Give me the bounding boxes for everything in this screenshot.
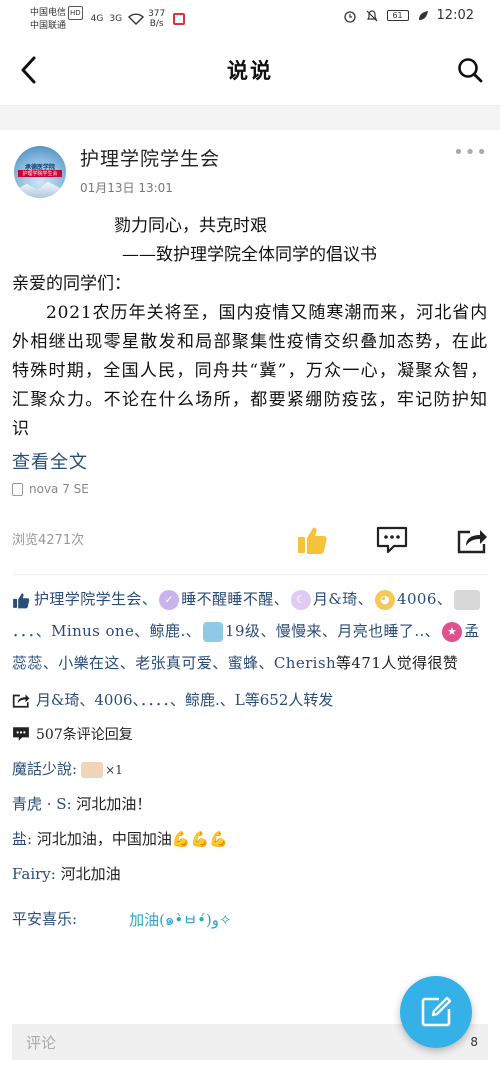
device-info: nova 7 SE	[12, 482, 488, 496]
post-card: 承德医学院 护理学院学生会 护理学院学生会 01月13日 13:01 ••• 勠…	[0, 130, 500, 932]
liker[interactable]: 护理学院学生会	[34, 590, 142, 608]
muscle-emoji-icon: 💪💪💪	[171, 830, 228, 848]
battery-icon: 61	[386, 10, 409, 21]
share-icon	[457, 530, 487, 554]
back-button[interactable]	[10, 52, 46, 88]
more-options-icon[interactable]: •••	[453, 142, 488, 163]
device-name: nova 7 SE	[29, 482, 89, 496]
page-title: 说说	[227, 57, 273, 83]
author-row: 承德医学院 护理学院学生会 护理学院学生会 01月13日 13:01 •••	[12, 130, 488, 198]
comment-icon	[13, 727, 29, 741]
share-button[interactable]	[454, 522, 490, 558]
signal-group: 4G 3G	[90, 13, 145, 25]
view-count: 浏览4271次	[12, 532, 85, 548]
liker[interactable]: Cherish	[274, 654, 336, 672]
comment-bar-count: 8	[470, 1035, 478, 1049]
comment-text: 加油(๑•̀ㅂ•́)و✧	[129, 911, 232, 929]
avatar-mini-icon	[203, 622, 224, 642]
divider	[12, 574, 488, 575]
moon-avatar-icon: ☾	[291, 590, 312, 610]
avatar-mini-icon: ◕	[375, 590, 395, 610]
post-title-line1: 勠力同心，共克时艰	[114, 216, 267, 236]
liker[interactable]: Minus one	[51, 622, 134, 640]
carrier-2: 中国联通	[30, 21, 67, 31]
comments-count-row: 507条评论回复	[12, 724, 488, 744]
comment-item[interactable]: 盐: 河北加油，中国加油💪💪💪	[12, 828, 488, 849]
action-bar: 浏览4271次	[12, 508, 488, 568]
comment-item[interactable]: 青虎 · S: 河北加油！	[12, 793, 488, 814]
shares-text: 月&琦、4006、．．．．、鲸鹿.、L等652人转发	[36, 691, 334, 709]
liker[interactable]: ．．．	[12, 622, 36, 640]
chevron-left-icon	[21, 56, 36, 84]
alarm-icon	[343, 10, 356, 23]
read-full-link[interactable]: 查看全文	[12, 448, 488, 474]
comment-placeholder: 评论	[26, 1033, 57, 1052]
post-paragraph: 2021农历年关将至，国内疫情又随寒潮而来，河北省内外相继出现零星散发和局部聚集…	[12, 303, 488, 439]
commenter-name[interactable]: 魔話少說:	[12, 760, 77, 778]
liker[interactable]: 慢慢来	[276, 622, 322, 640]
search-icon	[458, 58, 483, 83]
commenter-name[interactable]: 青虎 · S:	[12, 795, 72, 813]
liker[interactable]: 小樂在这	[58, 654, 120, 672]
compose-button[interactable]	[400, 976, 472, 1048]
liker[interactable]: 老张真可爱	[135, 654, 212, 672]
signal-3g-icon: 3G	[109, 14, 123, 24]
liker[interactable]: 睡不醒睡不醒	[181, 590, 273, 608]
comment-text: 河北加油	[55, 865, 121, 883]
phone-icon	[12, 482, 23, 496]
share-icon	[12, 693, 30, 708]
likes-suffix: 等471人觉得很赞	[336, 654, 459, 672]
search-button[interactable]	[452, 52, 488, 88]
wifi-icon	[128, 13, 145, 25]
liker[interactable]: 19级	[225, 622, 260, 640]
nav-bar: 说说	[0, 34, 500, 106]
liker[interactable]: 4006	[397, 590, 437, 608]
net-speed: 377 B/s	[148, 9, 166, 29]
avatar-mountain-graphic	[14, 181, 66, 198]
section-gap	[0, 106, 500, 130]
liker[interactable]: 月亮也睡了..	[337, 622, 424, 640]
leaf-icon	[418, 10, 428, 20]
status-bar: 中国电信 HD 中国联通 4G 3G 377 B/s 61 12:02	[0, 0, 500, 34]
liker[interactable]: 蜜蜂	[228, 654, 259, 672]
comment-text: 河北加油！	[71, 795, 152, 813]
mute-icon	[366, 9, 377, 21]
comment-button[interactable]	[374, 522, 410, 558]
image-placeholder-icon	[454, 590, 481, 610]
comment-text: 河北加油，中国加油	[32, 830, 172, 848]
avatar[interactable]: 承德医学院 护理学院学生会	[14, 146, 66, 198]
post-greeting: 亲爱的同学们：	[12, 274, 131, 294]
thumbs-up-icon	[13, 593, 30, 608]
status-right: 61 12:02	[343, 8, 474, 23]
comments-count: 507条评论回复	[36, 727, 133, 743]
post-title-line2: ——致护理学院全体同学的倡议书	[122, 245, 377, 265]
thumbs-up-icon	[298, 527, 327, 554]
commenter-name[interactable]: Fairy:	[12, 865, 56, 883]
author-name[interactable]: 护理学院学生会	[80, 144, 220, 171]
signal-4g-icon: 4G	[90, 14, 104, 24]
clock: 12:02	[436, 8, 474, 23]
notification-app-icon	[173, 13, 186, 25]
commenter-name[interactable]: 盐:	[12, 830, 32, 848]
post-time: 01月13日 13:01	[80, 181, 173, 195]
carrier-info: 中国电信 HD 中国联通	[30, 6, 83, 32]
comment-item[interactable]: Fairy: 河北加油	[12, 863, 488, 884]
comment-icon	[376, 526, 408, 554]
hd-badge: HD	[68, 6, 83, 20]
commenter-name[interactable]: 平安喜乐:	[12, 908, 77, 932]
thumbs-sticker-icon	[81, 762, 104, 778]
comment-item[interactable]: 平安喜乐: 加油(๑•̀ㅂ•́)و✧	[12, 908, 488, 932]
like-button[interactable]	[294, 522, 330, 558]
liker[interactable]: 鲸鹿.	[150, 622, 186, 640]
liker[interactable]: 月&琦	[313, 590, 358, 608]
post-content[interactable]: 勠力同心，共克时艰 ——致护理学院全体同学的倡议书 亲爱的同学们： 2021农历…	[12, 212, 488, 444]
comment-item[interactable]: 魔話少說: ×1	[12, 758, 488, 779]
carrier-1: 中国电信	[30, 8, 67, 18]
star-avatar-icon: ★	[442, 622, 463, 642]
shares-row[interactable]: 月&琦、4006、．．．．、鲸鹿.、L等652人转发	[12, 689, 488, 710]
edit-icon	[421, 996, 452, 1027]
likes-list: 护理学院学生会、 ✓ 睡不醒睡不醒、 ☾ 月&琦、 ◕ 4006、．．．、Minus one…	[12, 590, 481, 672]
author-info: 护理学院学生会 01月13日 13:01	[80, 142, 220, 196]
avatar-mini-icon: ✓	[159, 590, 180, 610]
